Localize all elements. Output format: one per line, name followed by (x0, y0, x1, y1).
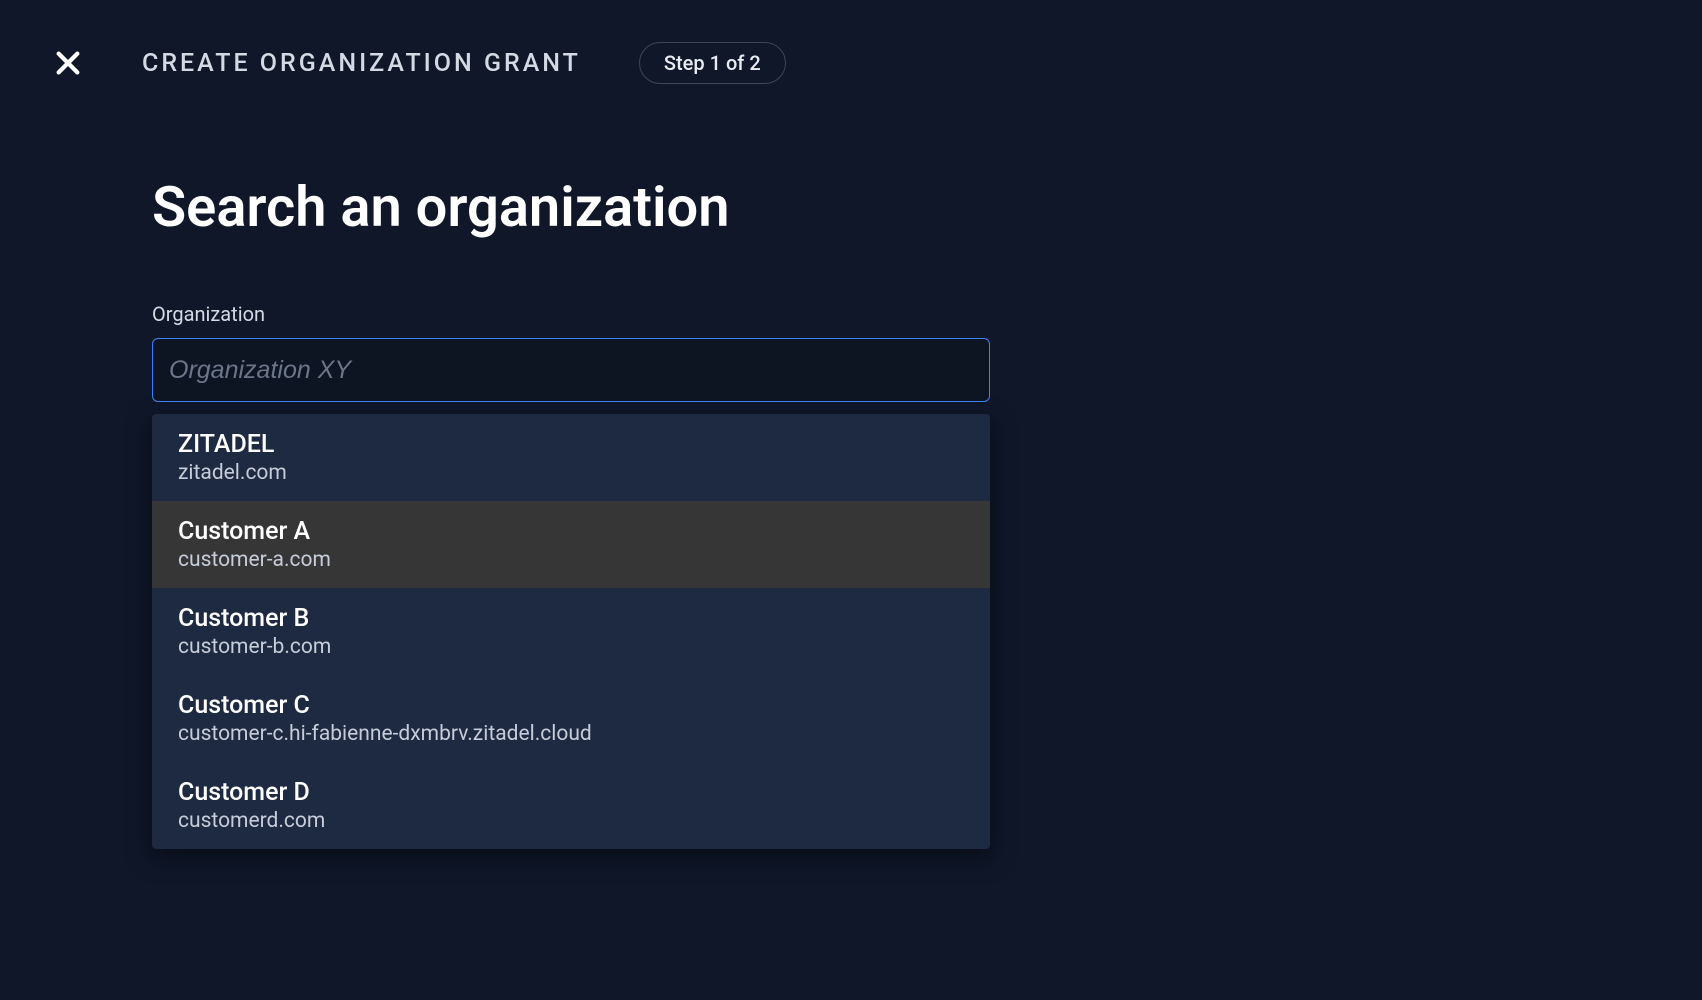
option-domain: customer-b.com (178, 635, 964, 659)
option-name: ZITADEL (178, 430, 964, 459)
step-badge: Step 1 of 2 (639, 42, 786, 84)
close-icon (52, 47, 84, 79)
organization-option[interactable]: Customer Acustomer-a.com (152, 501, 990, 588)
organization-dropdown: ZITADELzitadel.comCustomer Acustomer-a.c… (152, 414, 990, 849)
organization-option[interactable]: ZITADELzitadel.com (152, 414, 990, 501)
organization-option[interactable]: Customer Ccustomer-c.hi-fabienne-dxmbrv.… (152, 675, 990, 762)
option-domain: customer-a.com (178, 548, 964, 572)
header-title: CREATE ORGANIZATION GRANT (142, 49, 581, 78)
option-name: Customer B (178, 604, 964, 633)
option-domain: customerd.com (178, 809, 964, 833)
page-title: Search an organization (152, 174, 1000, 240)
option-name: Customer C (178, 691, 964, 720)
option-name: Customer D (178, 778, 964, 807)
organization-option[interactable]: Customer Dcustomerd.com (152, 762, 990, 849)
organization-option[interactable]: Customer Bcustomer-b.com (152, 588, 990, 675)
close-button[interactable] (52, 47, 84, 79)
organization-label: Organization (152, 302, 1000, 326)
option-name: Customer A (178, 517, 964, 546)
organization-input[interactable] (152, 338, 990, 402)
option-domain: zitadel.com (178, 461, 964, 485)
option-domain: customer-c.hi-fabienne-dxmbrv.zitadel.cl… (178, 722, 964, 746)
header: CREATE ORGANIZATION GRANT Step 1 of 2 (0, 0, 1702, 84)
content: Search an organization Organization ZITA… (0, 84, 1000, 849)
